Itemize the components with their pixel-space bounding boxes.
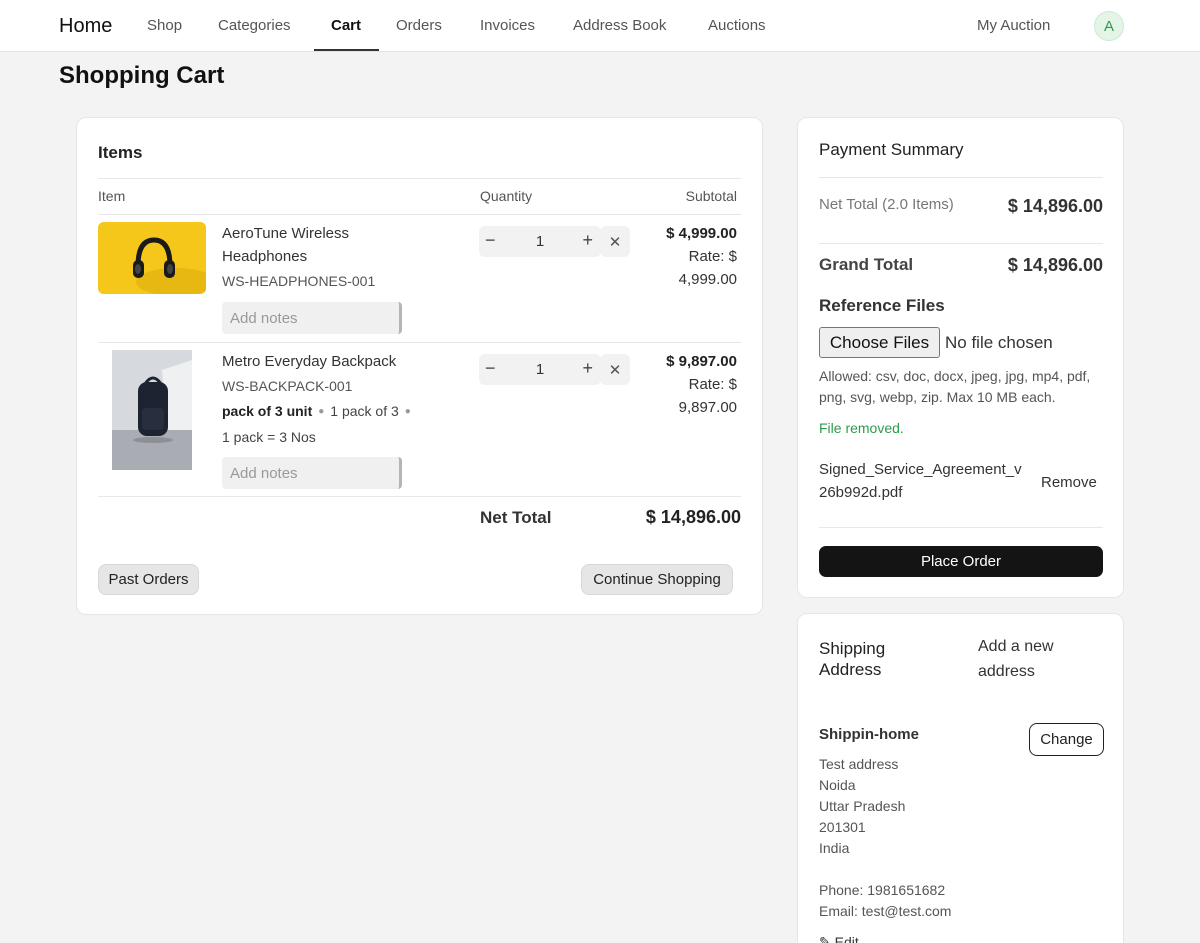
attached-file-name: Signed_Service_Agreement_v26b992d.pdf: [819, 461, 1022, 501]
nav-categories[interactable]: Categories: [218, 17, 291, 34]
active-tab-indicator: [314, 49, 379, 51]
choose-files-button[interactable]: Choose Files: [819, 327, 940, 358]
item-name[interactable]: AeroTune Wireless Headphones: [222, 222, 422, 268]
grand-total-label: Grand Total: [819, 255, 914, 274]
remove-file-button[interactable]: Remove: [1041, 474, 1097, 491]
item-price: $ 9,897.00 Rate: $ 9,897.00: [617, 350, 737, 419]
grand-total-value: $ 14,896.00: [1007, 255, 1103, 275]
net-total-label: Net Total: [480, 508, 552, 527]
nav-my-auction[interactable]: My Auction: [977, 17, 1050, 34]
items-title: Items: [98, 143, 143, 162]
backpack-icon: [112, 350, 192, 470]
payment-summary-card: Payment Summary Net Total (2.0 Items) $ …: [797, 117, 1124, 598]
item-name[interactable]: Metro Everyday Backpack: [222, 350, 442, 373]
item-conversion: 1 pack = 3 Nos: [222, 429, 316, 445]
avatar[interactable]: A: [1094, 11, 1124, 41]
nav-shop[interactable]: Shop: [147, 17, 182, 34]
item-rate-value: 9,897.00: [678, 399, 737, 416]
nav-home[interactable]: Home: [59, 15, 112, 38]
item-rate-label: Rate: $: [688, 248, 737, 265]
item-rate-label: Rate: $: [688, 376, 737, 393]
shipping-address-title: Shipping Address: [819, 639, 886, 679]
variant-unit: pack of 3 unit: [222, 403, 313, 419]
headphones-thumbnail[interactable]: [98, 222, 206, 294]
quantity-stepper[interactable]: − 1 +: [479, 226, 601, 257]
divider: [98, 496, 741, 497]
nav-auctions[interactable]: Auctions: [708, 17, 766, 34]
change-address-button[interactable]: Change: [1029, 723, 1104, 756]
nav-address-book[interactable]: Address Book: [573, 17, 666, 34]
pencil-icon: ✎: [819, 934, 831, 943]
page-title: Shopping Cart: [59, 62, 225, 89]
address-name: Shippin-home: [819, 726, 919, 743]
net-total-value: $ 14,896.00: [645, 507, 741, 527]
item-sku: WS-BACKPACK-001: [222, 378, 353, 394]
address-line: Test address: [819, 756, 899, 772]
nav-orders[interactable]: Orders: [396, 17, 442, 34]
item-sku: WS-HEADPHONES-001: [222, 273, 376, 289]
address-line: India: [819, 840, 850, 856]
item-rate-value: 4,999.00: [678, 271, 737, 288]
item-subtotal: $ 4,999.00: [666, 225, 737, 242]
top-nav: Home Shop Categories Cart Orders Invoice…: [0, 0, 1200, 52]
plus-icon[interactable]: +: [582, 358, 593, 379]
divider: [819, 527, 1103, 528]
place-order-button[interactable]: Place Order: [819, 546, 1103, 577]
phone: Phone: 1981651682: [819, 882, 946, 898]
divider: [98, 214, 741, 215]
divider: [98, 178, 741, 179]
email: Email: test@test.com: [819, 903, 952, 919]
variant-pack: 1 pack of 3: [330, 403, 399, 419]
headphones-icon: [98, 222, 206, 294]
contact-info: Phone: 1981651682 Email: test@test.com: [819, 880, 951, 922]
quantity-stepper[interactable]: − 1 +: [479, 354, 601, 385]
header-item: Item: [98, 188, 126, 204]
items-card: Items Item Quantity Subtotal AeroTune Wi…: [76, 117, 763, 615]
divider: [819, 243, 1103, 244]
divider: [819, 177, 1103, 178]
backpack-thumbnail[interactable]: [112, 350, 192, 470]
item-price: $ 4,999.00 Rate: $ 4,999.00: [617, 222, 737, 291]
edit-label: Edit: [834, 934, 859, 943]
net-total-value: $ 14,896.00: [1007, 196, 1103, 216]
continue-shopping-button[interactable]: Continue Shopping: [581, 564, 733, 595]
header-subtotal: Subtotal: [685, 188, 737, 204]
nav-invoices[interactable]: Invoices: [480, 17, 535, 34]
address-lines: Test address Noida Uttar Pradesh 201301 …: [819, 754, 905, 859]
notes-input[interactable]: Add notes: [222, 457, 402, 489]
shipping-address-card: Shipping Address Add a new address Shipp…: [797, 613, 1124, 943]
reference-files-title: Reference Files: [819, 296, 945, 315]
divider: [98, 342, 741, 343]
item-subtotal: $ 9,897.00: [666, 353, 737, 370]
nav-cart[interactable]: Cart: [331, 17, 361, 34]
past-orders-button[interactable]: Past Orders: [98, 564, 199, 595]
header-quantity: Quantity: [480, 188, 533, 204]
address-line: Uttar Pradesh: [819, 798, 906, 814]
add-new-address-link[interactable]: Add a new address: [978, 634, 1088, 684]
notes-input[interactable]: Add notes: [222, 302, 402, 334]
no-file-chosen-text: No file chosen: [945, 333, 1053, 352]
plus-icon[interactable]: +: [582, 230, 593, 251]
edit-address-link[interactable]: ✎ Edit: [819, 934, 859, 943]
file-removed-message: File removed.: [819, 420, 904, 436]
net-total-label: Net Total (2.0 Items): [819, 196, 954, 213]
address-line: Noida: [819, 777, 856, 793]
allowed-file-types: Allowed: csv, doc, docx, jpeg, jpg, mp4,…: [819, 368, 1091, 405]
payment-summary-title: Payment Summary: [819, 140, 964, 159]
address-line: 201301: [819, 819, 866, 835]
item-variant: pack of 3 unit ● 1 pack of 3 ●: [222, 403, 411, 419]
